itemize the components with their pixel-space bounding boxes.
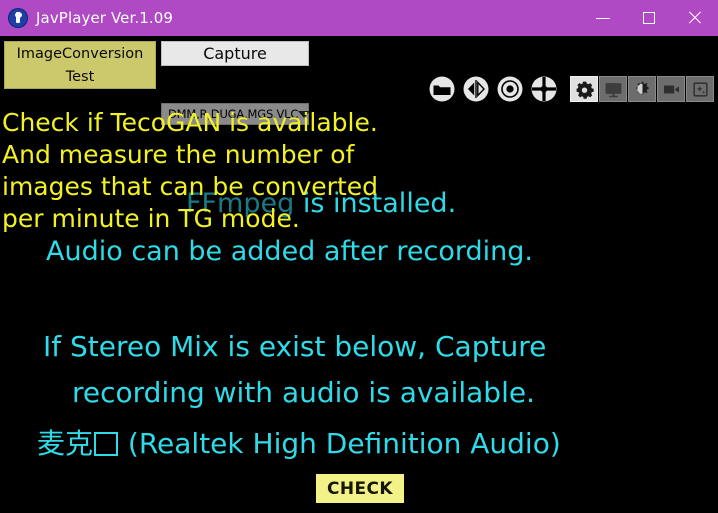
maximize-icon xyxy=(643,12,655,24)
maximize-button[interactable] xyxy=(626,0,672,36)
app-window: JavPlayer Ver.1.09 ImageConversion Test … xyxy=(0,0,718,513)
window-title: JavPlayer Ver.1.09 xyxy=(36,9,174,27)
close-button[interactable] xyxy=(672,0,718,36)
status-content-area: Check if TecoGAN is available. And measu… xyxy=(0,94,718,513)
minimize-button[interactable] xyxy=(580,0,626,36)
tecogan-notice-line-4: per minute in TG mode. xyxy=(2,204,300,233)
stereo-mix-note-line-2: recording with audio is available. xyxy=(72,376,535,409)
window-controls xyxy=(580,0,718,36)
minimize-icon xyxy=(596,17,610,19)
image-conversion-test-button[interactable]: ImageConversion Test xyxy=(4,41,156,89)
tecogan-notice-line-2: And measure the number of xyxy=(2,140,355,169)
audio-note-text: Audio can be added after recording. xyxy=(46,236,533,267)
mode-button-line1: ImageConversion xyxy=(16,46,144,62)
tecogan-notice-line-3: images that can be converted xyxy=(2,172,379,201)
titlebar: JavPlayer Ver.1.09 xyxy=(0,0,718,36)
toolbar: ImageConversion Test Capture DMM,R,DUGA,… xyxy=(0,36,718,125)
stereo-mix-note-line-1: If Stereo Mix is exist below, Capture xyxy=(43,330,547,363)
mode-button-line2: Test xyxy=(65,69,95,85)
javplayer-logo-icon xyxy=(9,9,27,27)
audio-device-name: 麦克 (Realtek High Definition Audio) xyxy=(37,422,561,462)
audio-device-name-cjk: 麦克 xyxy=(37,427,94,460)
tecogan-notice: Check if TecoGAN is available. And measu… xyxy=(2,107,378,235)
close-icon xyxy=(688,11,702,25)
missing-glyph-icon xyxy=(94,432,119,456)
check-button[interactable]: CHECK xyxy=(316,474,404,503)
capture-button[interactable]: Capture xyxy=(161,41,309,66)
audio-device-name-latin: (Realtek High Definition Audio) xyxy=(119,427,561,460)
tecogan-notice-line-1: Check if TecoGAN is available. xyxy=(2,108,378,137)
